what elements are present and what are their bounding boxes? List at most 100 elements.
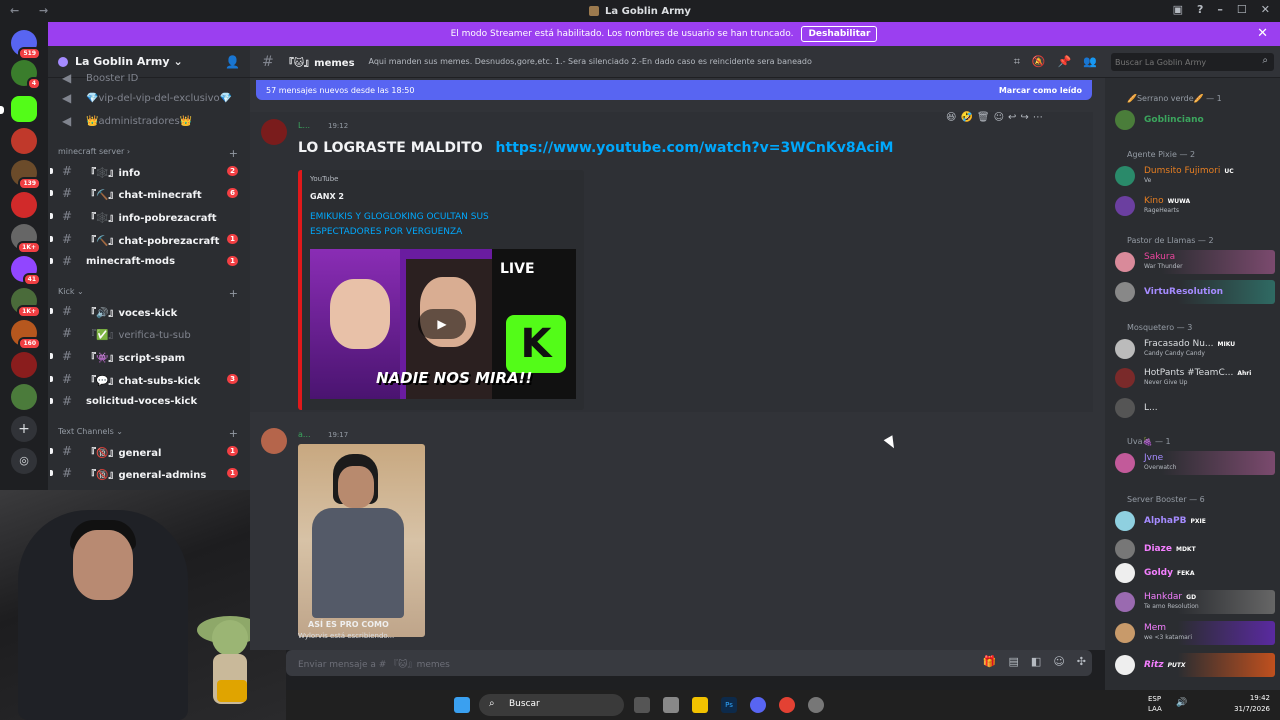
app-icon[interactable]	[663, 697, 679, 713]
member-item[interactable]: Kino WUWA RageHearts	[1113, 194, 1275, 218]
channel-item[interactable]: # solicitud-voces-kick	[50, 391, 246, 411]
minimize-icon[interactable]: –	[1217, 3, 1223, 16]
taskbar-search[interactable]: ⌕ Buscar	[479, 694, 624, 716]
sticker-icon[interactable]: ◧	[1031, 655, 1041, 668]
channel-item[interactable]: # 『🔞』general-admins 1	[50, 463, 246, 483]
reply-icon[interactable]: ↩	[1008, 112, 1016, 123]
channel-item[interactable]: # 『🔊』voces-kick	[50, 301, 246, 321]
trash-icon[interactable]: 🗑	[977, 112, 990, 123]
twitch-server-icon[interactable]: 41	[11, 256, 41, 286]
avatar[interactable]	[261, 119, 287, 145]
channel-item[interactable]: # 『👾』script-spam	[50, 346, 246, 366]
threads-icon[interactable]: ⌗	[1014, 55, 1020, 69]
channel-item[interactable]: ◀ 💎vip-del-vip-del-exclusivo💎	[56, 88, 246, 108]
server-icon[interactable]	[11, 128, 37, 154]
search-input[interactable]	[1111, 53, 1274, 71]
channel-item[interactable]: # 『🕸️』info-pobrezacraft	[50, 206, 246, 226]
member-item[interactable]: VirtuResolution	[1113, 280, 1275, 304]
server-icon[interactable]: 139	[11, 160, 41, 190]
mute-bell-icon[interactable]: 🔕	[1032, 55, 1046, 69]
member-item[interactable]: AlphaPB PXIE	[1113, 509, 1275, 533]
channel-item[interactable]: # 『✅』verifica-tu-sub	[56, 323, 246, 343]
reaction-emoji-icon[interactable]: 🤣	[960, 112, 972, 123]
disable-streamer-button[interactable]: Deshabilitar	[801, 26, 878, 42]
youtube-link[interactable]: https://www.youtube.com/watch?v=3WCnKv8A…	[496, 140, 894, 156]
member-item[interactable]: Hankdar GD Te amo Resolution	[1113, 590, 1275, 614]
server-icon[interactable]: 4	[11, 60, 41, 90]
video-thumbnail[interactable]: K LIVE NADIE NOS MIRA!! ▶	[310, 249, 576, 399]
add-channel-icon[interactable]: +	[229, 147, 238, 160]
category-header[interactable]: minecraft server › +	[58, 147, 238, 160]
reaction-emoji-icon[interactable]: 😆	[946, 112, 956, 123]
member-item[interactable]: HotPants #TeamC... Ahri Never Give Up	[1113, 366, 1275, 390]
home-icon[interactable]: 519	[11, 30, 41, 60]
member-item[interactable]: Mem we <3 katamari	[1113, 621, 1275, 645]
server-icon[interactable]: 1K+	[11, 288, 41, 318]
more-icon[interactable]: ⋯	[1033, 112, 1043, 123]
window-controls[interactable]: ▣ ? – ☐ ✕	[1173, 3, 1270, 16]
pin-icon[interactable]: 📌	[1058, 55, 1072, 69]
forward-icon[interactable]: ↪	[1020, 112, 1028, 123]
chrome-icon[interactable]	[779, 697, 795, 713]
add-channel-icon[interactable]: +	[229, 427, 238, 440]
member-item[interactable]: Jvne Overwatch	[1113, 451, 1275, 475]
photoshop-icon[interactable]: Ps	[721, 697, 737, 713]
member-item[interactable]: L...	[1113, 396, 1275, 420]
member-item[interactable]: Sakura War Thunder	[1113, 250, 1275, 274]
member-item[interactable]: Goblinciano	[1113, 108, 1275, 132]
start-icon[interactable]	[454, 697, 470, 713]
message-composer[interactable]: Enviar mensaje a # 『🐱』memes 🎁 ▤ ◧ ☺ ✣	[286, 650, 1092, 676]
task-view-icon[interactable]	[634, 697, 650, 713]
kick-server-icon[interactable]	[11, 96, 37, 122]
channel-item[interactable]: # 『⛏️』chat-minecraft 6	[50, 183, 246, 203]
channel-item[interactable]: ◀ 👑administradores👑	[56, 111, 246, 131]
server-icon[interactable]	[11, 352, 37, 378]
member-item[interactable]: Diaze MDKT	[1113, 537, 1275, 561]
language-indicator[interactable]: ESP LAA	[1148, 694, 1162, 714]
embed-author[interactable]: GANX 2	[310, 192, 344, 201]
channel-item[interactable]: ◀ Booster ID	[56, 68, 246, 88]
maximize-icon[interactable]: ☐	[1237, 3, 1247, 16]
composer-placeholder[interactable]: Enviar mensaje a # 『🐱』memes	[298, 657, 450, 670]
discord-icon[interactable]	[750, 697, 766, 713]
member-item[interactable]: Dumsito Fujimori UC Ve	[1113, 164, 1275, 188]
play-icon[interactable]: ▶	[418, 309, 466, 339]
channel-item[interactable]: # 『🔞』general 1	[50, 441, 246, 461]
member-item[interactable]: Fracasado Nu... MIKU Candy Candy Candy	[1113, 337, 1275, 361]
help-icon[interactable]: ?	[1197, 3, 1203, 16]
gift-icon[interactable]: 🎁	[983, 655, 997, 668]
username[interactable]: a...	[298, 430, 311, 439]
add-server-icon[interactable]: +	[11, 416, 37, 442]
close-window-icon[interactable]: ✕	[1261, 3, 1270, 16]
explore-icon[interactable]: ◎	[11, 448, 37, 474]
channel-item[interactable]: # 『🕸️』info 2	[50, 161, 246, 181]
channel-item[interactable]: # minecraft-mods 1	[50, 251, 246, 271]
add-reaction-icon[interactable]: ☺	[994, 112, 1004, 123]
server-icon[interactable]	[11, 192, 37, 218]
invite-icon[interactable]: 👤	[225, 55, 240, 69]
member-list-icon[interactable]: 👥	[1083, 55, 1097, 69]
server-icon[interactable]: 160	[11, 320, 41, 350]
channel-item[interactable]: # 『⛏️』chat-pobrezacraft 1	[50, 229, 246, 249]
member-item[interactable]: Goldy FEKA	[1113, 561, 1275, 585]
channel-item[interactable]: # 『💬』chat-subs-kick 3	[50, 369, 246, 389]
emoji-icon[interactable]: ☺	[1053, 655, 1064, 668]
volume-icon[interactable]: 🔊	[1176, 698, 1187, 708]
channel-topic[interactable]: Aqui manden sus memes. Desnudos,gore,etc…	[369, 57, 812, 66]
avatar[interactable]	[261, 428, 287, 454]
embed-title[interactable]: EMIKUKIS Y GLOGLOKING OCULTAN SUS ESPECT…	[310, 210, 550, 240]
file-explorer-icon[interactable]	[692, 697, 708, 713]
clock[interactable]: 19:42 31/7/2026	[1234, 693, 1270, 715]
server-icon[interactable]: 1K+	[11, 224, 41, 254]
apps-icon[interactable]: ✣	[1077, 655, 1086, 668]
username[interactable]: L...	[298, 121, 310, 130]
inbox-icon[interactable]: ▣	[1173, 3, 1183, 16]
app-icon[interactable]	[808, 697, 824, 713]
add-channel-icon[interactable]: +	[229, 287, 238, 300]
category-header[interactable]: Text Channels ⌄ +	[58, 427, 238, 440]
new-messages-bar[interactable]: 57 mensajes nuevos desde las 18:50 Marca…	[256, 80, 1092, 100]
nav-arrows-icon[interactable]: ← →	[10, 4, 56, 17]
mark-read-button[interactable]: Marcar como leído	[999, 86, 1082, 95]
close-banner-icon[interactable]: ✕	[1257, 26, 1268, 41]
server-icon[interactable]	[11, 384, 37, 410]
